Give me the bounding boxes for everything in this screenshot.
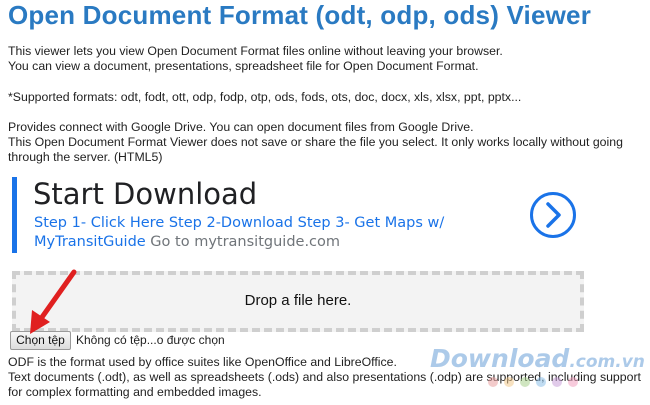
watermark-logo: Download.com.vn — [430, 344, 645, 373]
intro-line: This viewer lets you view Open Document … — [8, 44, 503, 58]
drive-line: through the server. (HTML5) — [8, 150, 163, 164]
file-status-text: Không có tệp...o được chọn — [76, 333, 225, 347]
ad-headline[interactable]: Start Download — [33, 177, 257, 211]
chevron-right-circle-icon[interactable] — [529, 191, 577, 239]
watermark-dot — [536, 377, 546, 387]
ad-body-line: MyTransitGuide Go to mytransitguide.com — [34, 233, 444, 252]
drive-line: This Open Document Format Viewer does no… — [8, 135, 623, 149]
watermark-dot — [520, 377, 530, 387]
annotation-arrow-icon — [30, 269, 77, 334]
watermark-dot — [568, 377, 578, 387]
supported-formats-text: *Supported formats: odt, fodt, ott, odp,… — [8, 90, 521, 105]
ad-body[interactable]: Step 1- Click Here Step 2-Download Step … — [34, 214, 444, 252]
ad-banner[interactable]: Start Download Step 1- Click Here Step 2… — [12, 177, 586, 253]
watermark-suffix: .com.vn — [569, 352, 645, 372]
intro-line: You can view a document, presentations, … — [8, 59, 479, 73]
ad-brand: MyTransitGuide — [34, 234, 146, 250]
watermark-dots — [488, 377, 578, 387]
intro-text: This viewer lets you view Open Document … — [8, 44, 503, 74]
supported-formats-line: *Supported formats: odt, fodt, ott, odp,… — [8, 90, 522, 104]
ad-accent-bar — [12, 177, 17, 253]
watermark-dot — [488, 377, 498, 387]
watermark-dot — [504, 377, 514, 387]
drop-zone-label: Drop a file here. — [244, 292, 352, 309]
ad-body-line: Step 1- Click Here Step 2-Download Step … — [34, 215, 445, 231]
file-drop-zone[interactable]: Drop a file here. — [12, 271, 584, 332]
drive-info-text: Provides connect with Google Drive. You … — [8, 120, 623, 165]
watermark-dot — [552, 377, 562, 387]
drive-line: Provides connect with Google Drive. You … — [8, 120, 474, 134]
watermark-text: Download — [430, 344, 570, 373]
ad-url[interactable]: Go to mytransitguide.com — [146, 234, 340, 250]
page-title: Open Document Format (odt, odp, ods) Vie… — [8, 0, 592, 30]
download-watermark: Download.com.vn — [430, 344, 650, 390]
